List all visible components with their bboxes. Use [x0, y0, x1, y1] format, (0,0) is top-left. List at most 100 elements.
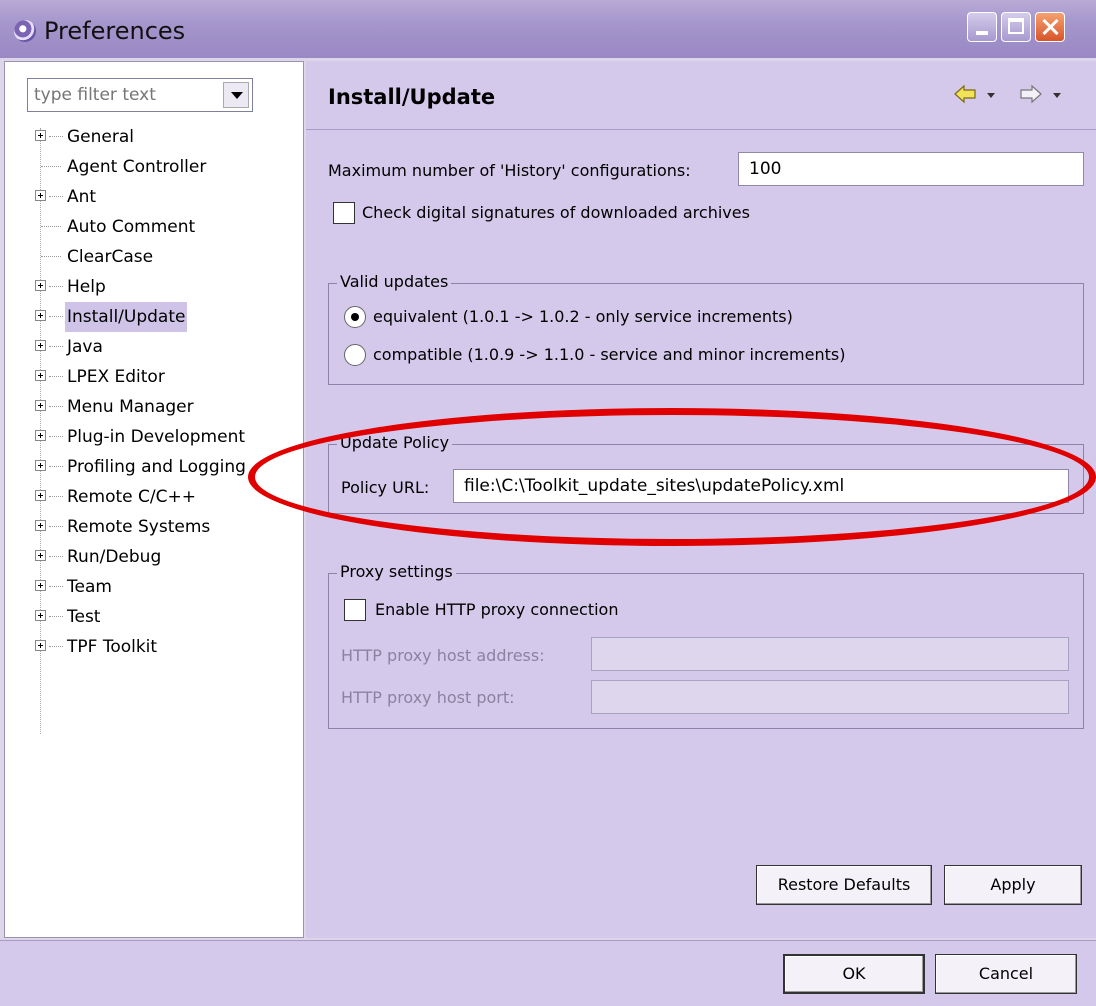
tree-item-label: Help: [67, 277, 106, 297]
expand-icon[interactable]: [35, 430, 46, 441]
tree-item[interactable]: Run/Debug: [5, 542, 303, 572]
filter-input[interactable]: [34, 83, 204, 107]
filter-combo[interactable]: [27, 78, 253, 112]
proxy-host-input[interactable]: [591, 637, 1069, 671]
history-label: Maximum number of 'History' configuratio…: [328, 161, 691, 180]
expand-icon[interactable]: [35, 490, 46, 501]
tree-item-label: LPEX Editor: [67, 367, 165, 387]
tree-item[interactable]: TPF Toolkit: [5, 632, 303, 662]
tree-connector-line: [49, 196, 63, 197]
tree-item[interactable]: Auto Comment: [5, 212, 303, 242]
expand-icon[interactable]: [35, 400, 46, 411]
policy-url-input[interactable]: file:\C:\Toolkit_update_sites\updatePoli…: [453, 469, 1069, 503]
proxy-port-label: HTTP proxy host port:: [341, 688, 515, 707]
tree-connector-line: [49, 286, 63, 287]
expand-icon[interactable]: [35, 610, 46, 621]
tree-connector-line: [49, 586, 63, 587]
expand-icon[interactable]: [35, 580, 46, 591]
expand-icon[interactable]: [35, 460, 46, 471]
tree-item[interactable]: Plug-in Development: [5, 422, 303, 452]
forward-history-dropdown-icon[interactable]: [1053, 93, 1061, 98]
tree-item-label: Plug-in Development: [67, 427, 246, 447]
tree-item-label: General: [67, 127, 134, 147]
proxy-port-input[interactable]: [591, 680, 1069, 714]
maximize-button[interactable]: [1001, 12, 1031, 42]
page-title: Install/Update: [328, 85, 496, 109]
expand-icon[interactable]: [35, 340, 46, 351]
tree-item-label: TPF Toolkit: [67, 637, 158, 657]
expand-icon[interactable]: [35, 640, 46, 651]
forward-arrow-icon[interactable]: [1020, 83, 1042, 105]
tree-connector-line: [41, 226, 61, 227]
tree-item[interactable]: Menu Manager: [5, 392, 303, 422]
page-header: Install/Update: [306, 61, 1096, 130]
check-signatures-label: Check digital signatures of downloaded a…: [362, 203, 750, 222]
tree-item[interactable]: General: [5, 122, 303, 152]
equivalent-label: equivalent (1.0.1 -> 1.0.2 - only servic…: [373, 307, 793, 326]
tree-item-label: Install/Update: [65, 302, 188, 332]
tree-connector-line: [49, 436, 63, 437]
tree-item-label: Run/Debug: [67, 547, 162, 567]
back-arrow-icon[interactable]: [954, 83, 976, 105]
tree-item-label: Team: [67, 577, 112, 597]
tree-item[interactable]: Java: [5, 332, 303, 362]
preference-tree: General Agent Controller Ant Auto Comment Cl…: [5, 122, 303, 662]
valid-updates-title: Valid updates: [337, 272, 452, 291]
proxy-host-label: HTTP proxy host address:: [341, 646, 545, 665]
equivalent-radio[interactable]: [344, 306, 366, 328]
tree-item[interactable]: Team: [5, 572, 303, 602]
tree-item[interactable]: Remote C/C++: [5, 482, 303, 512]
expand-icon[interactable]: [35, 130, 46, 141]
tree-item[interactable]: Install/Update: [5, 302, 303, 332]
expand-icon[interactable]: [35, 550, 46, 561]
tree-item[interactable]: Profiling and Logging: [5, 452, 303, 482]
tree-item[interactable]: Ant: [5, 182, 303, 212]
tree-connector-line: [49, 136, 63, 137]
tree-item-label: Remote Systems: [67, 517, 211, 537]
tree-connector-line: [49, 346, 63, 347]
tree-item[interactable]: Test: [5, 602, 303, 632]
expand-icon[interactable]: [35, 280, 46, 291]
history-count-input[interactable]: 100: [738, 152, 1084, 186]
check-signatures-checkbox[interactable]: [333, 202, 355, 224]
enable-proxy-label: Enable HTTP proxy connection: [375, 600, 619, 619]
tree-item-label: Menu Manager: [67, 397, 194, 417]
tree-item[interactable]: Help: [5, 272, 303, 302]
restore-defaults-button[interactable]: Restore Defaults: [756, 865, 932, 905]
expand-icon[interactable]: [35, 370, 46, 381]
tree-connector-line: [41, 256, 61, 257]
tree-item-label: Agent Controller: [67, 157, 207, 177]
enable-proxy-checkbox[interactable]: [344, 599, 366, 621]
preference-page: Install/Update Maximum number of 'Histor…: [306, 61, 1096, 938]
expand-icon[interactable]: [35, 190, 46, 201]
minimize-button[interactable]: [967, 12, 997, 42]
title-bar[interactable]: Preferences: [0, 0, 1096, 58]
tree-item-label: Profiling and Logging: [67, 457, 246, 477]
preference-tree-pane: General Agent Controller Ant Auto Comment Cl…: [4, 61, 304, 938]
tree-connector-line: [49, 496, 63, 497]
tree-item[interactable]: Remote Systems: [5, 512, 303, 542]
apply-button[interactable]: Apply: [944, 865, 1082, 905]
tree-item[interactable]: LPEX Editor: [5, 362, 303, 392]
policy-url-label: Policy URL:: [341, 478, 430, 497]
proxy-settings-group: Proxy settings Enable HTTP proxy connect…: [328, 562, 1084, 729]
tree-connector-line: [41, 166, 61, 167]
expand-icon[interactable]: [35, 520, 46, 531]
tree-item[interactable]: ClearCase: [5, 242, 303, 272]
tree-connector-line: [49, 376, 63, 377]
tree-item-label: ClearCase: [67, 247, 154, 267]
expand-icon[interactable]: [35, 310, 46, 321]
ok-button[interactable]: OK: [783, 954, 925, 994]
compatible-radio[interactable]: [344, 344, 366, 366]
back-history-dropdown-icon[interactable]: [987, 93, 995, 98]
tree-item-label: Remote C/C++: [67, 487, 196, 507]
cancel-button[interactable]: Cancel: [935, 954, 1077, 994]
close-button[interactable]: [1035, 12, 1065, 42]
tree-connector-line: [49, 646, 63, 647]
valid-updates-group: Valid updates equivalent (1.0.1 -> 1.0.2…: [328, 272, 1084, 385]
window-title: Preferences: [44, 17, 186, 45]
tree-item[interactable]: Agent Controller: [5, 152, 303, 182]
tree-connector-line: [49, 406, 63, 407]
tree-item-label: Test: [67, 607, 101, 627]
dropdown-arrow-icon[interactable]: [223, 82, 249, 108]
